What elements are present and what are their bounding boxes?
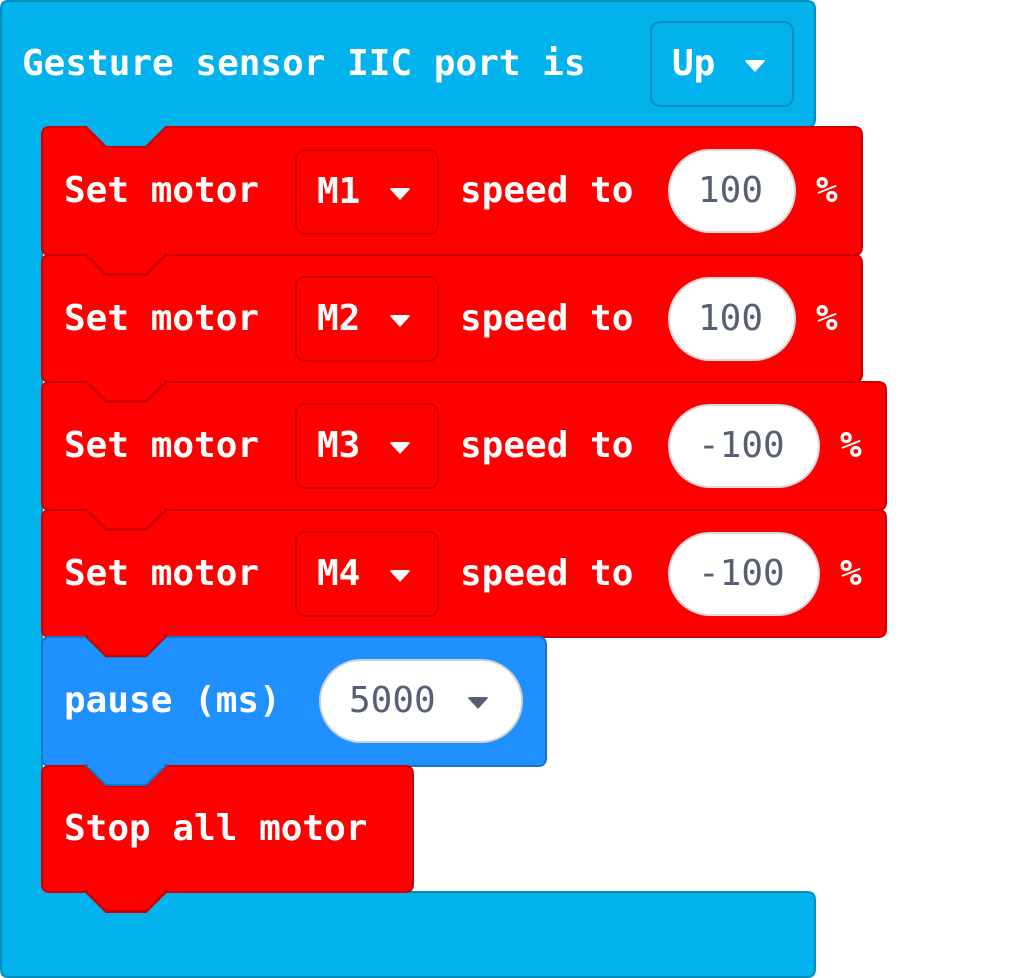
motor-2-speed-value: 100 xyxy=(698,298,764,339)
motor-3-label: Set motor xyxy=(64,425,260,466)
motor-3-value: M3 xyxy=(317,425,361,466)
chevron-down-icon xyxy=(389,570,411,582)
tab-cover-1 xyxy=(88,253,164,257)
direction-dropdown[interactable]: Up xyxy=(650,21,794,107)
stop-motor-label: Stop all motor xyxy=(64,808,368,849)
pause-duration-input[interactable]: 5000 xyxy=(319,659,523,743)
tab-cover-2 xyxy=(88,380,164,384)
motor-1-label: Set motor xyxy=(64,170,260,211)
motor-3-dropdown[interactable]: M3 xyxy=(295,403,439,489)
tab-cover-4 xyxy=(88,635,164,639)
tab-cover-6 xyxy=(88,890,164,894)
motor-4-speed-label: speed to xyxy=(460,553,634,594)
motor-3-speed-label: speed to xyxy=(460,425,634,466)
pause-duration-value: 5000 xyxy=(349,680,436,721)
chevron-down-icon xyxy=(389,315,411,327)
motor-2-speed-label: speed to xyxy=(460,298,634,339)
chevron-down-icon[interactable] xyxy=(467,697,489,709)
motor-1-speed-label: speed to xyxy=(460,170,634,211)
motor-2-dropdown[interactable]: M2 xyxy=(295,276,439,362)
motor-4-value: M4 xyxy=(317,553,361,594)
motor-3-speed-input[interactable]: -100 xyxy=(668,404,820,488)
motor-3-unit: % xyxy=(840,425,862,466)
motor-4-speed-input[interactable]: -100 xyxy=(668,532,820,616)
motor-1-unit: % xyxy=(816,170,838,211)
pause-label: pause (ms) xyxy=(64,680,281,721)
motor-3-speed-value: -100 xyxy=(698,425,785,466)
chevron-down-icon xyxy=(389,188,411,200)
motor-2-label: Set motor xyxy=(64,298,260,339)
motor-4-dropdown[interactable]: M4 xyxy=(295,531,439,617)
motor-2-unit: % xyxy=(816,298,838,339)
motor-2-speed-input[interactable]: 100 xyxy=(668,277,796,361)
motor-4-unit: % xyxy=(840,553,862,594)
motor-4-speed-value: -100 xyxy=(698,553,785,594)
motor-1-speed-input[interactable]: 100 xyxy=(668,149,796,233)
motor-1-dropdown[interactable]: M1 xyxy=(295,149,439,235)
motor-4-label: Set motor xyxy=(64,553,260,594)
tab-cover-3 xyxy=(88,508,164,512)
direction-dropdown-value: Up xyxy=(672,43,716,84)
gesture-block-label: Gesture sensor IIC port is xyxy=(22,43,586,84)
chevron-down-icon xyxy=(389,442,411,454)
motor-2-value: M2 xyxy=(317,298,361,339)
motor-1-speed-value: 100 xyxy=(698,170,764,211)
chevron-down-icon xyxy=(744,60,766,72)
tab-cover-5 xyxy=(88,764,164,768)
motor-1-value: M1 xyxy=(317,171,361,212)
